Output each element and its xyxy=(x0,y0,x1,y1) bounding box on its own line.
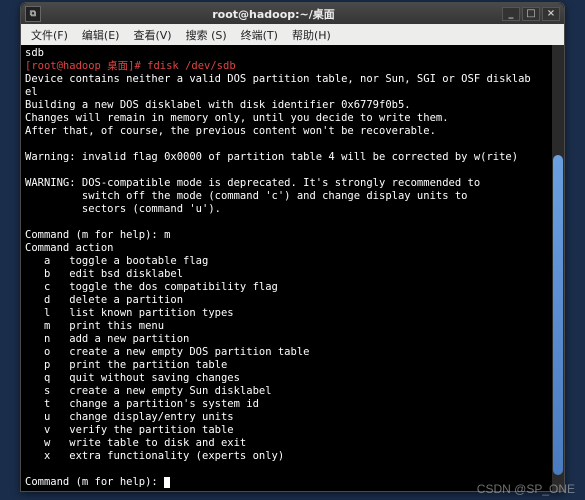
out-line: b edit bsd disklabel xyxy=(25,268,183,280)
minimize-button[interactable]: _ xyxy=(502,7,520,21)
menu-help[interactable]: 帮助(H) xyxy=(286,25,337,45)
out-line: el xyxy=(25,86,38,98)
out-line: After that, of course, the previous cont… xyxy=(25,125,436,137)
maximize-button[interactable]: □ xyxy=(522,7,540,21)
prompt: Command (m for help): xyxy=(25,476,164,488)
out-line: s create a new empty Sun disklabel xyxy=(25,385,272,397)
close-button[interactable]: × xyxy=(542,7,560,21)
out-line: Building a new DOS disklabel with disk i… xyxy=(25,99,411,111)
menu-file[interactable]: 文件(F) xyxy=(25,25,74,45)
out-line: sdb xyxy=(25,47,44,59)
out-line: t change a partition's system id xyxy=(25,398,259,410)
scroll-thumb[interactable] xyxy=(553,155,563,475)
out-line: [root@hadoop 桌面]# fdisk /dev/sdb xyxy=(25,60,236,72)
menubar: 文件(F) 编辑(E) 查看(V) 搜索 (S) 终端(T) 帮助(H) xyxy=(21,24,564,45)
watermark: CSDN @SP_ONE xyxy=(477,482,575,496)
terminal-window: ⧉ root@hadoop:~/桌面 _ □ × 文件(F) 编辑(E) 查看(… xyxy=(20,2,565,492)
menu-search[interactable]: 搜索 (S) xyxy=(180,25,233,45)
out-line: u change display/entry units xyxy=(25,411,234,423)
out-line: p print the partition table xyxy=(25,359,227,371)
out-line: l list known partition types xyxy=(25,307,234,319)
out-line: x extra functionality (experts only) xyxy=(25,450,284,462)
app-icon: ⧉ xyxy=(25,6,41,22)
out-line: o create a new empty DOS partition table xyxy=(25,346,309,358)
menu-edit[interactable]: 编辑(E) xyxy=(76,25,126,45)
out-line: c toggle the dos compatibility flag xyxy=(25,281,278,293)
out-line: WARNING: DOS-compatible mode is deprecat… xyxy=(25,177,480,189)
terminal-output[interactable]: sdb [root@hadoop 桌面]# fdisk /dev/sdb Dev… xyxy=(21,45,552,491)
out-line: Device contains neither a valid DOS part… xyxy=(25,73,531,85)
out-line: m print this menu xyxy=(25,320,164,332)
out-line: Changes will remain in memory only, unti… xyxy=(25,112,449,124)
out-line: a toggle a bootable flag xyxy=(25,255,208,267)
cursor xyxy=(164,477,170,488)
out-line: q quit without saving changes xyxy=(25,372,240,384)
out-line: Command action xyxy=(25,242,114,254)
titlebar: ⧉ root@hadoop:~/桌面 _ □ × xyxy=(21,3,564,24)
out-line: d delete a partition xyxy=(25,294,183,306)
out-line: switch off the mode (command 'c') and ch… xyxy=(25,190,468,202)
scrollbar[interactable] xyxy=(552,45,564,491)
menu-view[interactable]: 查看(V) xyxy=(127,25,177,45)
out-line: n add a new partition xyxy=(25,333,189,345)
menu-terminal[interactable]: 终端(T) xyxy=(235,25,284,45)
out-line: v verify the partition table xyxy=(25,424,234,436)
terminal-area-wrap: sdb [root@hadoop 桌面]# fdisk /dev/sdb Dev… xyxy=(21,45,564,491)
out-line: sectors (command 'u'). xyxy=(25,203,221,215)
out-line: Command (m for help): m xyxy=(25,229,170,241)
out-line: Warning: invalid flag 0x0000 of partitio… xyxy=(25,151,518,163)
out-line: w write table to disk and exit xyxy=(25,437,246,449)
window-title: root@hadoop:~/桌面 xyxy=(47,6,500,22)
